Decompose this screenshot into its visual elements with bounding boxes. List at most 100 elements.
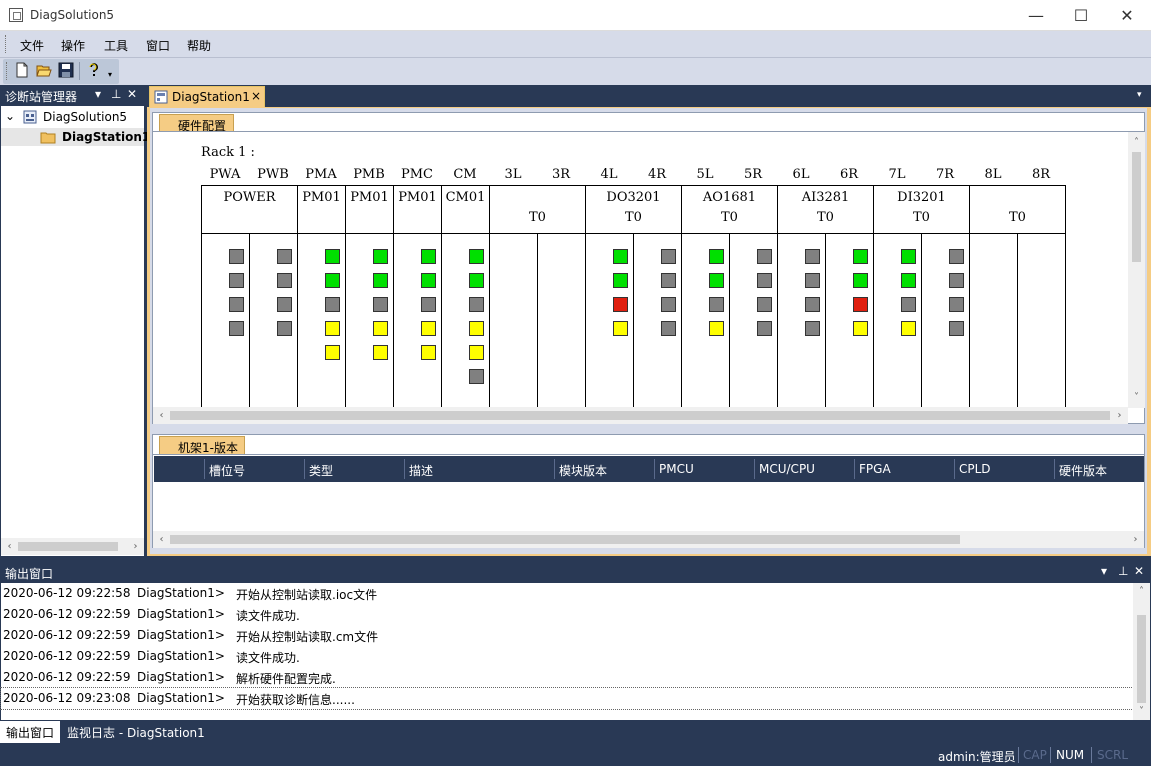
hw-hscroll-thumb[interactable] [170,411,1110,420]
log-row[interactable]: 2020-06-12 09:22:59 DiagStation1> 解析硬件配置完成… [1,667,1133,688]
scroll-right-icon[interactable]: › [1127,531,1144,548]
status-led [757,321,772,336]
doc-tab-close-icon[interactable]: × [251,89,261,103]
column-separator [954,459,955,479]
rack-module[interactable]: T0 [489,185,586,234]
rack-module[interactable]: PM01 [393,185,442,234]
status-led [325,249,340,264]
col-fpga[interactable]: FPGA [859,462,891,476]
menu-file[interactable]: 文件 [20,37,44,54]
slot-label: 3R [551,167,571,182]
tab-diagstation1[interactable]: DiagStation1 × [149,86,265,107]
help-icon[interactable] [86,62,102,78]
menu-grip[interactable] [5,35,8,53]
maximize-button[interactable]: ☐ [1058,0,1104,31]
panel-close-icon[interactable]: ✕ [1134,564,1144,578]
col-slot-number[interactable]: 槽位号 [209,462,245,479]
scroll-left-icon[interactable]: ‹ [1,538,18,555]
col-type[interactable]: 类型 [309,462,333,479]
scroll-thumb[interactable] [18,542,118,551]
hw-hscrollbar[interactable]: ‹ › [153,407,1128,424]
rack-module[interactable]: DO3201 T0 [585,185,682,234]
rack-module[interactable]: PM01 [297,185,346,234]
toolbar-overflow-icon[interactable]: ▾ [108,70,112,79]
slot-label: 4L [600,167,618,182]
output-vscrollbar[interactable]: ˄ ˅ [1133,583,1150,720]
column-separator [304,459,305,479]
menu-window[interactable]: 窗口 [146,37,170,54]
station-tab-icon [154,90,168,104]
open-folder-icon[interactable] [36,62,52,78]
slot-label: 7L [888,167,906,182]
tree-item-station[interactable]: DiagStation1 [62,130,150,144]
rack-module[interactable]: CM01 [441,185,490,234]
tab-output[interactable]: 输出窗口 [0,721,61,743]
log-row[interactable]: 2020-06-12 09:23:08 DiagStation1> 开始获取诊断信息… [0,687,1134,710]
rack-module[interactable]: T0 [969,185,1066,234]
scroll-down-icon[interactable]: ˅ [1133,703,1150,720]
scroll-right-icon[interactable]: › [1111,407,1128,424]
log-row[interactable]: 2020-06-12 09:22:59 DiagStation1> 读文件成功. [1,646,1133,667]
tree-expander-icon[interactable]: ⌄ [5,109,15,123]
log-row[interactable]: 2020-06-12 09:22:59 DiagStation1> 读文件成功. [1,604,1133,625]
menu-operation[interactable]: 操作 [61,37,85,54]
col-mcu-cpu[interactable]: MCU/CPU [759,462,815,476]
status-led [229,273,244,288]
scroll-left-icon[interactable]: ‹ [153,531,170,548]
new-file-icon[interactable] [14,62,30,78]
panel-dropdown-icon[interactable]: ▾ [1101,564,1107,578]
minimize-button[interactable]: — [1013,0,1059,31]
tree-item-solution[interactable]: DiagSolution5 [43,110,127,124]
status-led [757,249,772,264]
scroll-down-icon[interactable]: ˅ [1128,389,1145,406]
scroll-up-icon[interactable]: ˄ [1128,134,1145,151]
version-hscrollbar[interactable]: ‹ › [153,531,1144,548]
hw-vscrollbar[interactable]: ˄ ˅ [1128,132,1145,408]
col-description[interactable]: 描述 [409,462,433,479]
hardware-config-panel: Rack 1 : PWA PWB PMA PMB PMC CM 3L 3R 4L 4R 5L 5R 6L… [152,131,1145,424]
status-led [277,297,292,312]
slot-divider [585,233,586,408]
rack-module[interactable]: DI3201 T0 [873,185,970,234]
pin-icon[interactable]: ⊥ [111,87,121,101]
menu-help[interactable]: 帮助 [187,37,211,54]
col-pmcu[interactable]: PMCU [659,462,694,476]
rack-module[interactable]: POWER [201,185,298,234]
slot-label: 8R [1031,167,1051,182]
status-led [421,321,436,336]
panel-close-icon[interactable]: ✕ [127,87,137,101]
log-row[interactable]: 2020-06-12 09:22:59 DiagStation1> 开始从控制站读取… [1,625,1133,646]
rack-label: Rack 1 : [201,145,255,160]
save-icon[interactable] [58,62,74,78]
toolbar-grip[interactable] [6,62,9,80]
close-button[interactable]: ✕ [1104,0,1150,31]
hw-vscroll-thumb[interactable] [1132,152,1141,262]
rack-module[interactable]: AI3281 T0 [777,185,874,234]
output-vscroll-thumb[interactable] [1137,615,1146,703]
toolbar-separator [79,62,80,80]
scroll-left-icon[interactable]: ‹ [153,407,170,424]
status-led [949,249,964,264]
scroll-up-icon[interactable]: ˄ [1133,583,1150,600]
rack-module[interactable]: PM01 [345,185,394,234]
col-cpld[interactable]: CPLD [959,462,991,476]
menu-tools[interactable]: 工具 [104,37,128,54]
scroll-right-icon[interactable]: › [127,538,144,555]
tab-monitor-log[interactable]: 监视日志 - DiagStation1 [61,721,211,743]
status-led [901,249,916,264]
version-hscroll-thumb[interactable] [170,535,960,544]
log-time: 2020-06-12 09:22:59 [3,628,131,642]
rack-module[interactable]: AO1681 T0 [681,185,778,234]
pin-icon[interactable]: ⊥ [1118,564,1128,578]
tab-rack-version[interactable]: 机架1-版本 [159,436,245,455]
log-row[interactable]: 2020-06-12 09:22:58 DiagStation1> 开始从控制站读取… [1,583,1133,604]
col-hardware-version[interactable]: 硬件版本 [1059,462,1107,479]
col-module-version[interactable]: 模块版本 [559,462,607,479]
doc-tabs-dropdown-icon[interactable]: ▾ [1137,90,1142,100]
status-led [421,297,436,312]
panel-dropdown-icon[interactable]: ▾ [95,87,101,101]
left-panel-hscrollbar[interactable]: ‹ › [1,538,144,555]
log-source: DiagStation1> [137,691,225,705]
slot-divider [441,233,442,408]
status-led [421,249,436,264]
